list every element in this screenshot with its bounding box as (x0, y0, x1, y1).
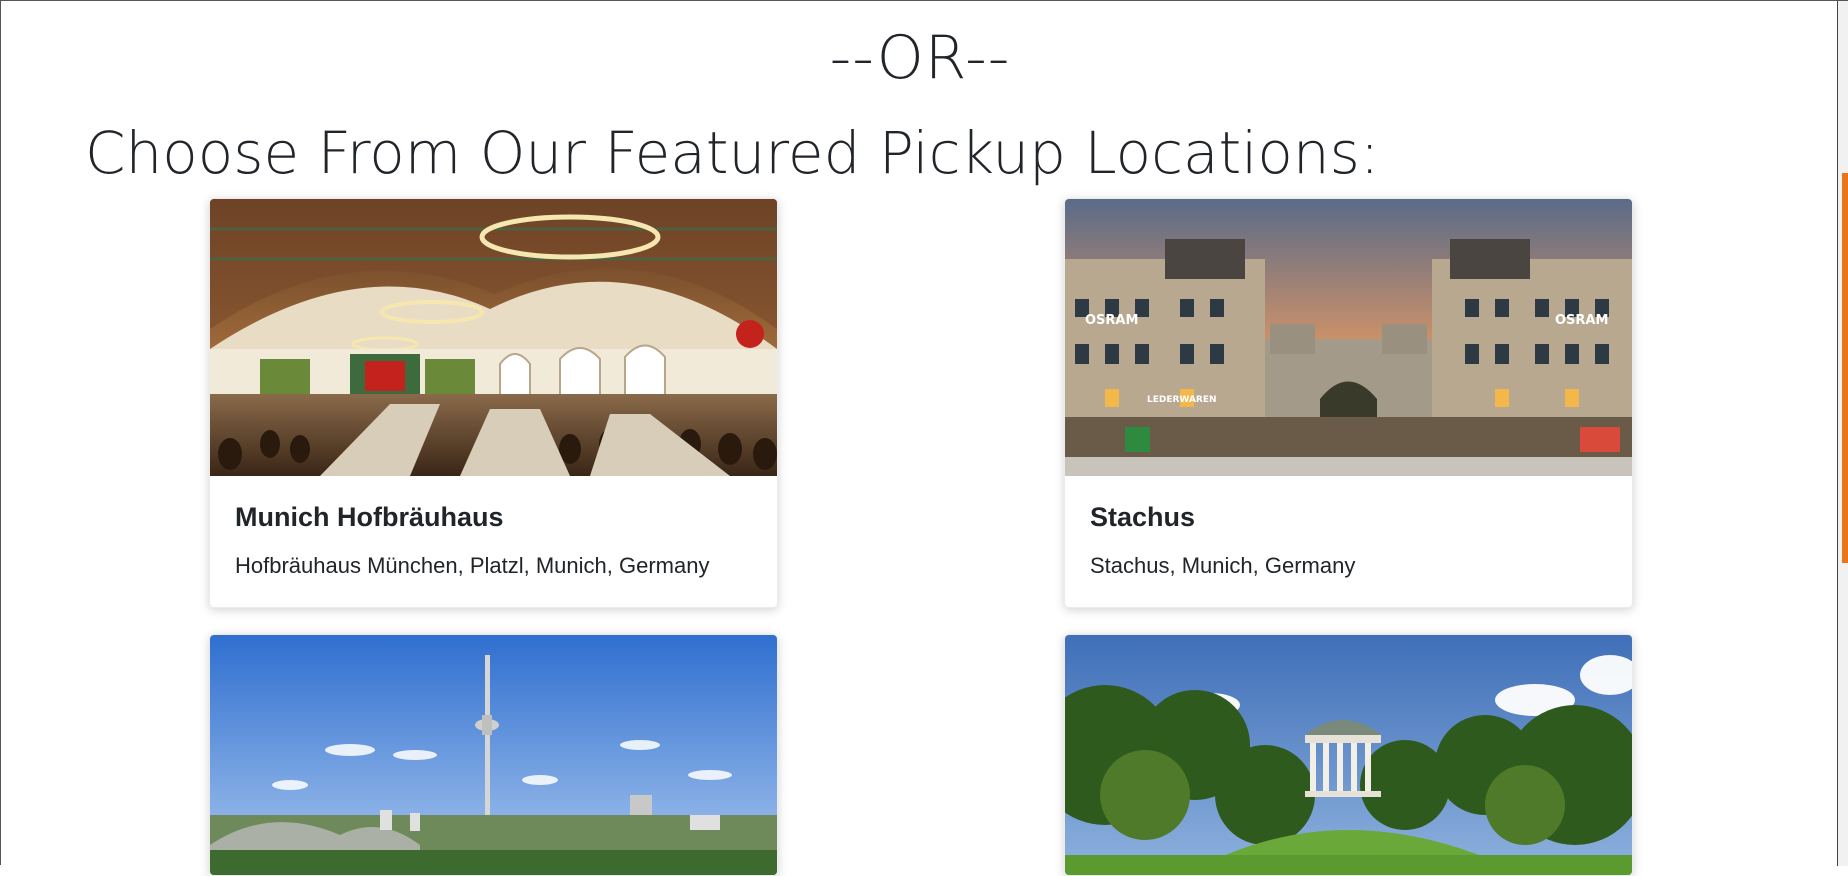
location-card-hofbrauhaus[interactable]: Munich Hofbräuhaus Hofbräuhaus München, … (209, 198, 778, 608)
olympic-park-photo (210, 635, 777, 875)
card-body: Stachus Stachus, Munich, Germany (1065, 476, 1632, 607)
card-title: Munich Hofbräuhaus (235, 502, 504, 532)
card-address: Stachus, Munich, Germany (1090, 553, 1356, 578)
osram-sign-right: OSRAM (1555, 313, 1608, 328)
stachus-photo: OSRAM OSRAM LEDERWAREN (1065, 199, 1632, 476)
card-body: Munich Hofbräuhaus Hofbräuhaus München, … (210, 476, 777, 607)
section-title: Choose From Our Featured Pickup Location… (85, 119, 1380, 187)
lederwaren-sign: LEDERWAREN (1147, 395, 1217, 405)
english-garden-photo (1065, 635, 1632, 875)
osram-sign-left: OSRAM (1085, 313, 1138, 328)
card-title: Stachus (1090, 502, 1196, 532)
location-card-english-garden[interactable] (1064, 634, 1633, 876)
page: --OR-- Choose From Our Featured Pickup L… (1, 1, 1839, 876)
scrollbar-thumb[interactable] (1842, 173, 1848, 563)
location-card-olympic-park[interactable] (209, 634, 778, 876)
hofbrauhaus-photo (210, 199, 777, 476)
location-card-stachus[interactable]: OSRAM OSRAM LEDERWAREN Stachus Stachus, … (1064, 198, 1633, 608)
page-scrollbar[interactable] (1837, 1, 1848, 866)
or-divider: --OR-- (829, 23, 1011, 93)
card-address: Hofbräuhaus München, Platzl, Munich, Ger… (235, 553, 710, 578)
